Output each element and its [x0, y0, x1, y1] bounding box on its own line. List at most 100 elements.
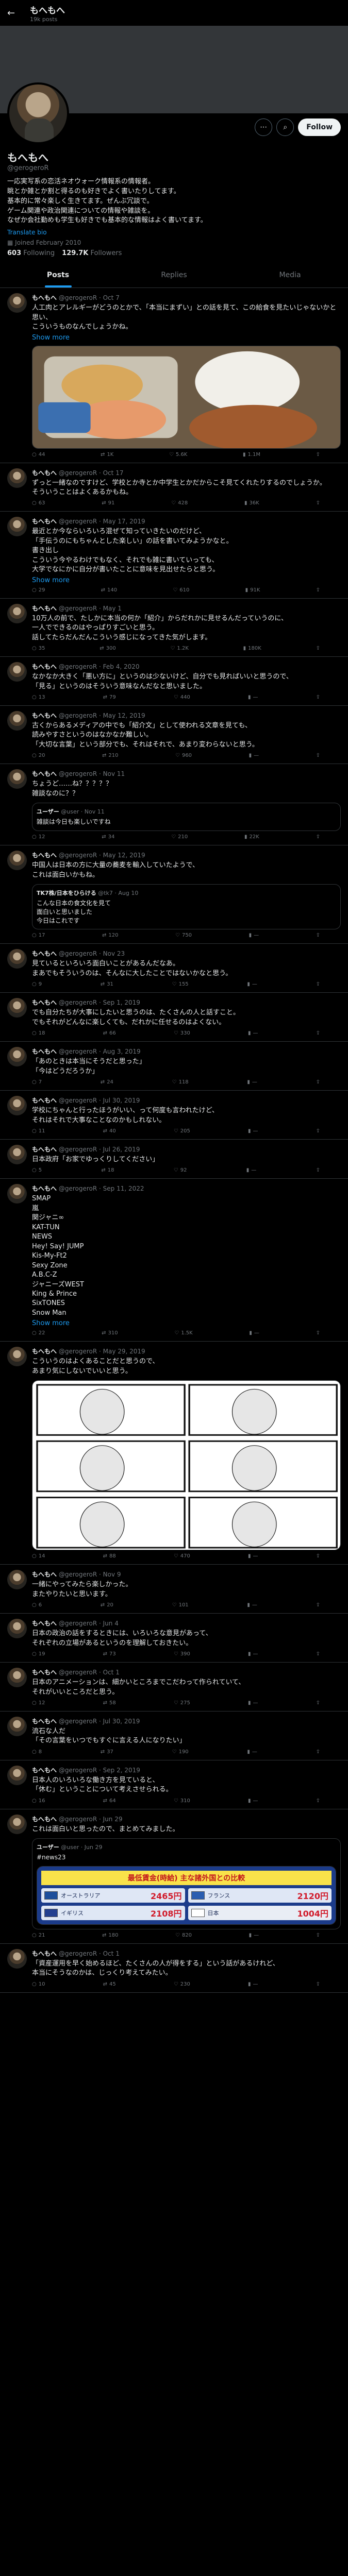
views-button[interactable]: ▮ —	[249, 1330, 259, 1336]
following-count[interactable]: 603 Following	[7, 249, 55, 257]
repost-button[interactable]: ⇄ 20	[101, 1602, 113, 1608]
tweet[interactable]: もへもへ @gerogeroR · Oct 1 日本のアニメーションは、細かいと…	[0, 1663, 348, 1711]
tweet[interactable]: もへもへ @gerogeroR · Jun 4 日本の政治の話をするときには、い…	[0, 1614, 348, 1663]
share-button[interactable]: ⇪	[316, 1933, 320, 1938]
share-button[interactable]: ⇪	[316, 452, 320, 457]
tweet[interactable]: もへもへ @gerogeroR · Jul 30, 2019 学校にちゃんと行っ…	[0, 1091, 348, 1140]
share-button[interactable]: ⇪	[316, 646, 320, 651]
share-button[interactable]: ⇪	[316, 981, 320, 987]
tweet-avatar[interactable]	[7, 1096, 27, 1116]
share-button[interactable]: ⇪	[316, 500, 320, 506]
quote-tweet[interactable]: ユーザー @user · Jun 29 #news23 最低賃金(時給) 主な諸…	[32, 1838, 341, 1930]
share-button[interactable]: ⇪	[316, 1330, 320, 1336]
followers-count[interactable]: 129.7K Followers	[62, 249, 122, 257]
share-button[interactable]: ⇪	[316, 1798, 320, 1804]
repost-button[interactable]: ⇄ 37	[101, 1749, 113, 1755]
share-button[interactable]: ⇪	[316, 1651, 320, 1657]
like-button[interactable]: ♡ 960	[175, 753, 192, 758]
follow-button[interactable]: Follow	[298, 118, 341, 136]
tweet-avatar[interactable]	[7, 769, 27, 789]
like-button[interactable]: ♡ 230	[174, 1981, 190, 1987]
tweet-avatar[interactable]	[7, 1570, 27, 1590]
repost-button[interactable]: ⇄ 120	[102, 933, 118, 938]
share-button[interactable]: ⇪	[316, 1602, 320, 1608]
reply-button[interactable]: ○ 44	[32, 452, 45, 457]
like-button[interactable]: ♡ 1.2K	[170, 646, 188, 651]
like-button[interactable]: ♡ 470	[174, 1553, 190, 1559]
tweet[interactable]: もへもへ @gerogeroR · Feb 4, 2020 なかなか大きく「悪い…	[0, 657, 348, 706]
quote-tweet[interactable]: TK7株/日本をひらける @tk7 · Aug 10 こんな日本の食文化を見て …	[32, 884, 341, 930]
reply-button[interactable]: ○ 29	[32, 587, 45, 593]
search-icon[interactable]: ⌕	[276, 118, 294, 136]
repost-button[interactable]: ⇄ 180	[102, 1933, 118, 1938]
tweet-avatar[interactable]	[7, 1668, 27, 1688]
share-button[interactable]: ⇪	[316, 834, 320, 840]
like-button[interactable]: ♡ 750	[175, 933, 192, 938]
repost-button[interactable]: ⇄ 18	[101, 1167, 114, 1173]
tweet-media[interactable]	[32, 345, 341, 449]
reply-button[interactable]: ○ 6	[32, 1602, 42, 1608]
tweet-avatar[interactable]	[7, 1814, 27, 1834]
views-button[interactable]: ▮ —	[248, 1700, 258, 1706]
repost-button[interactable]: ⇄ 210	[102, 753, 118, 758]
tweet-avatar[interactable]	[7, 1716, 27, 1736]
tweet-avatar[interactable]	[7, 1619, 27, 1639]
views-button[interactable]: ▮ —	[246, 1167, 257, 1173]
views-button[interactable]: ▮ —	[248, 1651, 258, 1657]
tweet[interactable]: もへもへ @gerogeroR · Nov 11 ちょうど……ね？？？？？ 雑談…	[0, 764, 348, 846]
tweet[interactable]: もへもへ @gerogeroR · Jun 29 これは面白いと思ったので、まと…	[0, 1809, 348, 1944]
views-button[interactable]: ▮ 180K	[243, 646, 261, 651]
like-button[interactable]: ♡ 610	[173, 587, 189, 593]
tweet[interactable]: もへもへ @gerogeroR · May 12, 2019 中国人は日本の方に…	[0, 845, 348, 944]
repost-button[interactable]: ⇄ 91	[102, 500, 114, 506]
tweet-avatar[interactable]	[7, 1765, 27, 1785]
share-button[interactable]: ⇪	[316, 587, 320, 593]
views-button[interactable]: ▮ —	[248, 1030, 258, 1036]
views-button[interactable]: ▮ —	[247, 981, 257, 987]
tweet[interactable]: もへもへ @gerogeroR · May 17, 2019 最近とか今ならいろ…	[0, 512, 348, 599]
show-more-link[interactable]: Show more	[32, 1319, 341, 1327]
like-button[interactable]: ♡ 820	[175, 1933, 192, 1938]
reply-button[interactable]: ○ 18	[32, 1030, 45, 1036]
share-button[interactable]: ⇪	[316, 1079, 320, 1085]
repost-button[interactable]: ⇄ 310	[102, 1330, 118, 1336]
share-button[interactable]: ⇪	[316, 1030, 320, 1036]
quote-tweet[interactable]: ユーザー @user · Nov 11 雑談は今日も楽しいですね	[32, 803, 341, 832]
views-button[interactable]: ▮ —	[247, 1079, 257, 1085]
views-button[interactable]: ▮ —	[248, 1553, 258, 1559]
like-button[interactable]: ♡ 101	[172, 1602, 189, 1608]
tweet-avatar[interactable]	[7, 1949, 27, 1969]
tweet[interactable]: もへもへ @gerogeroR · Oct 17 ずっと一緒なのですけど、学校と…	[0, 463, 348, 512]
reply-button[interactable]: ○ 10	[32, 1981, 45, 1987]
repost-button[interactable]: ⇄ 64	[103, 1798, 116, 1804]
reply-button[interactable]: ○ 5	[32, 1167, 42, 1173]
views-button[interactable]: ▮ 91K	[245, 587, 260, 593]
tweet-avatar[interactable]	[7, 711, 27, 731]
tweet[interactable]: もへもへ @gerogeroR · May 1 10万人の前で、たしかに本当の何…	[0, 599, 348, 657]
tweet[interactable]: もへもへ @gerogeroR · Nov 23 見ているといろいろ面白いことが…	[0, 944, 348, 993]
reply-button[interactable]: ○ 17	[32, 933, 45, 938]
reply-button[interactable]: ○ 7	[32, 1079, 42, 1085]
back-arrow-icon[interactable]: ←	[7, 8, 18, 19]
like-button[interactable]: ♡ 428	[171, 500, 188, 506]
repost-button[interactable]: ⇄ 73	[103, 1651, 116, 1657]
tweet[interactable]: もへもへ @gerogeroR · Oct 7 人工肉とアレルギーがどうのとかで…	[0, 288, 348, 463]
tab-replies[interactable]: Replies	[116, 262, 232, 287]
show-more-link[interactable]: Show more	[32, 577, 341, 584]
tweet-media[interactable]	[32, 1380, 341, 1551]
repost-button[interactable]: ⇄ 58	[103, 1700, 116, 1706]
tweet[interactable]: もへもへ @gerogeroR · Jul 26, 2019 日本政府「お家でゆ…	[0, 1140, 348, 1179]
repost-button[interactable]: ⇄ 79	[103, 694, 116, 700]
tweet-media[interactable]: 最低賃金(時給) 主な諸外国との比較 オーストラリア 2465円 フランス 21…	[37, 1866, 336, 1925]
tweet[interactable]: もへもへ @gerogeroR · Aug 3, 2019 「あのときは本当にそ…	[0, 1042, 348, 1091]
like-button[interactable]: ♡ 440	[174, 694, 190, 700]
views-button[interactable]: ▮ —	[249, 753, 259, 758]
repost-button[interactable]: ⇄ 300	[100, 646, 115, 651]
more-icon[interactable]: ⋯	[255, 118, 273, 136]
reply-button[interactable]: ○ 20	[32, 753, 45, 758]
repost-button[interactable]: ⇄ 66	[103, 1030, 116, 1036]
share-button[interactable]: ⇪	[316, 933, 320, 938]
share-button[interactable]: ⇪	[316, 1700, 320, 1706]
tweet[interactable]: もへもへ @gerogeroR · Sep 1, 2019 でも自分たちが大事に…	[0, 993, 348, 1042]
tweet-avatar[interactable]	[7, 1145, 27, 1164]
